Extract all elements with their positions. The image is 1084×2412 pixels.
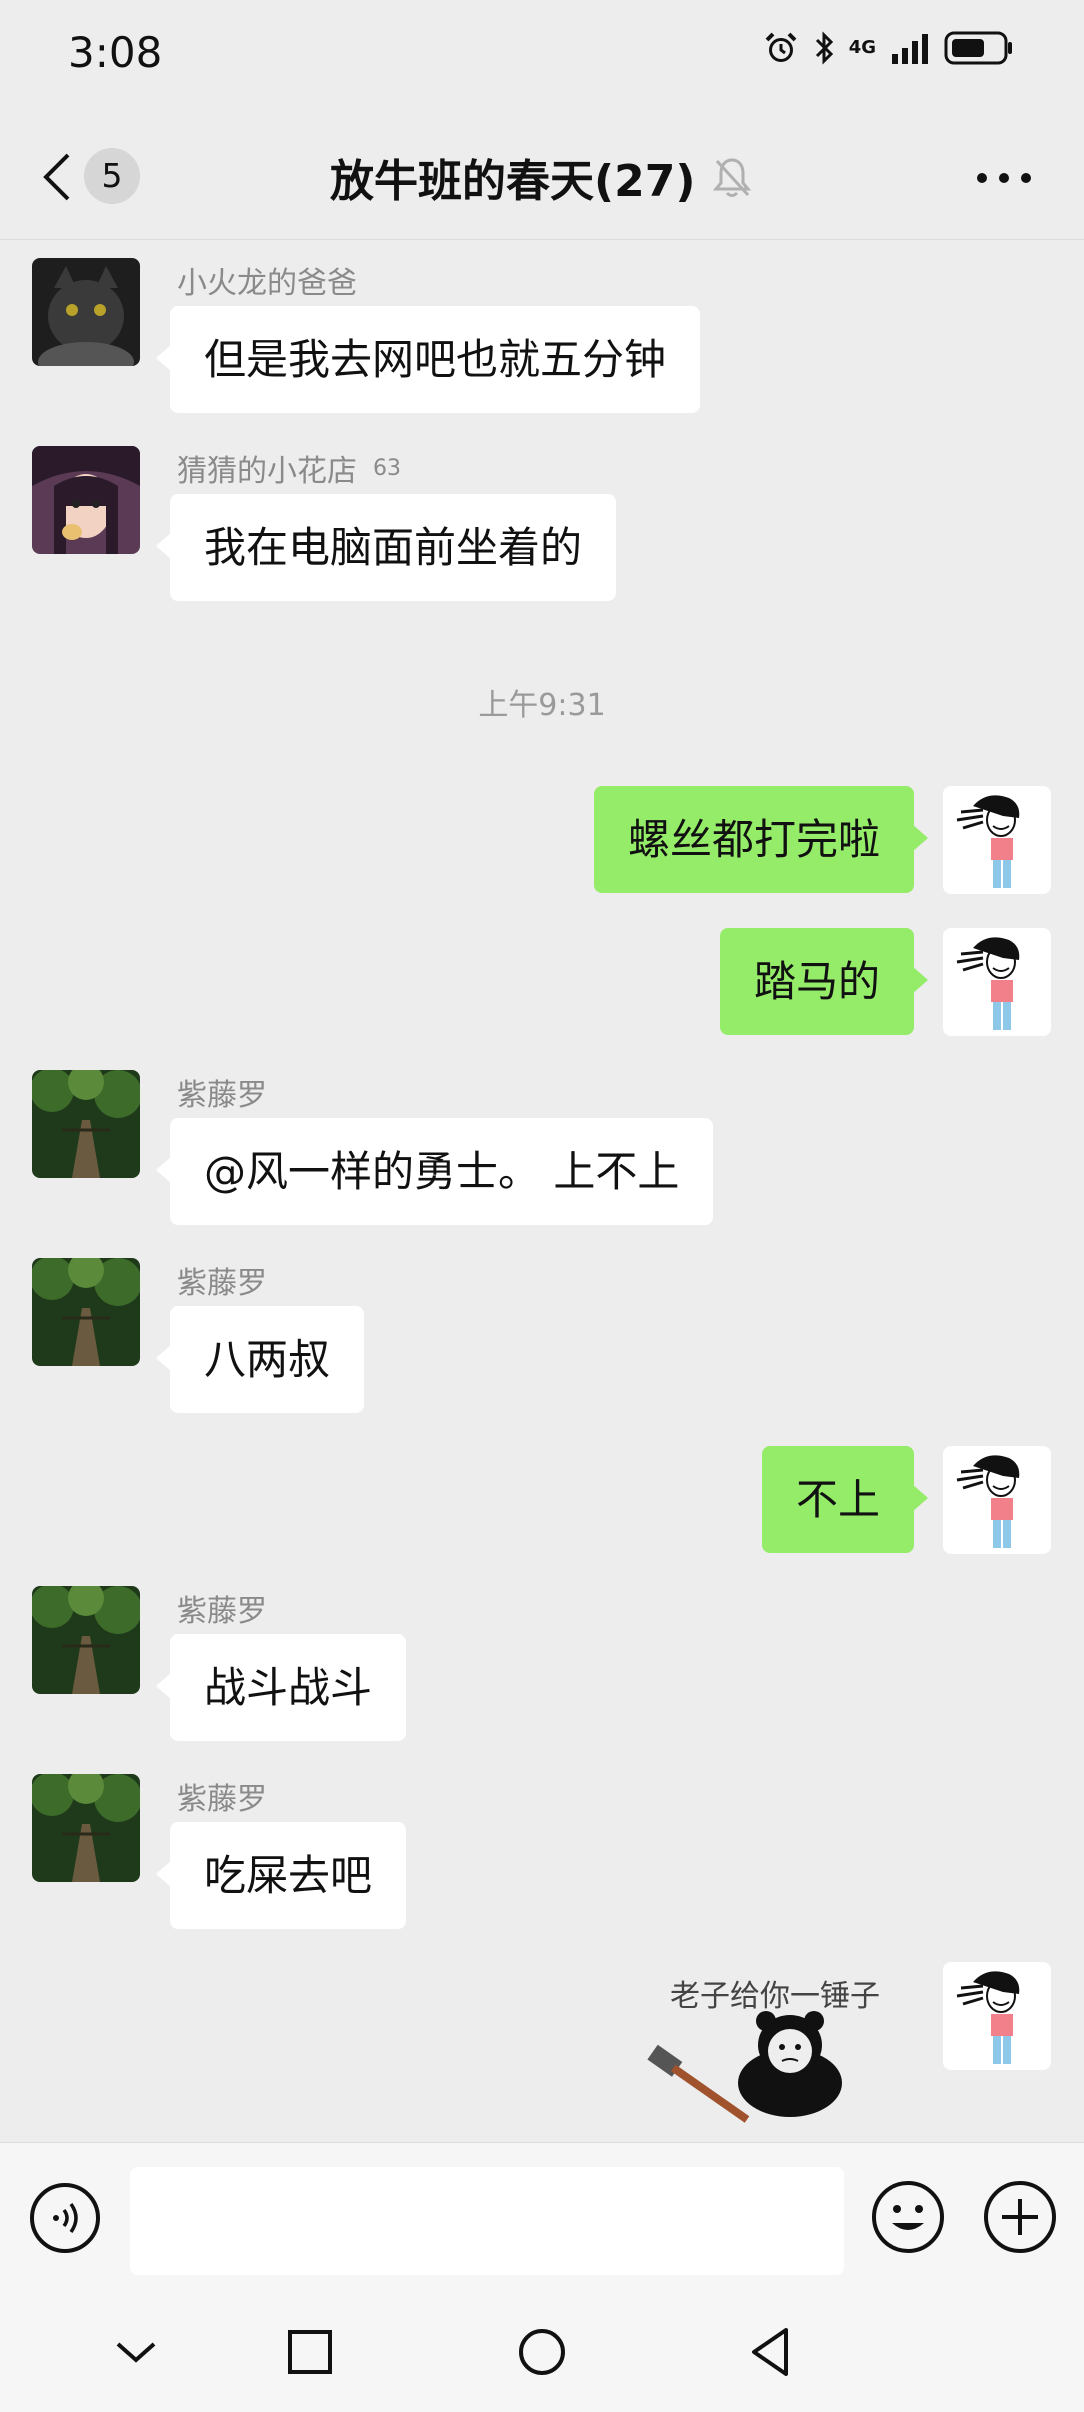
unread-badge[interactable]: 5 <box>84 148 140 204</box>
message-bubble-out[interactable]: 不上 <box>761 1446 929 1553</box>
avatar-self[interactable] <box>943 1446 1051 1554</box>
bell-off-icon <box>712 155 752 203</box>
chevron-down-icon <box>116 2342 156 2363</box>
ellipsis-icon <box>977 173 1031 183</box>
avatar-forest[interactable] <box>32 1070 140 1178</box>
message-bubble[interactable]: 吃屎去吧 <box>155 1822 407 1929</box>
timestamp: 上午9:31 <box>478 688 606 723</box>
sender-name: 紫藤罗 <box>177 1594 267 1629</box>
sender-name: 小火龙的爸爸 <box>177 266 357 301</box>
battery-icon <box>944 30 1014 66</box>
status-icons: 4G <box>763 30 1014 66</box>
sticker-caption: 老子给你一锤子 <box>670 1979 880 2014</box>
avatar-forest[interactable] <box>32 1774 140 1882</box>
avatar-self[interactable] <box>943 928 1051 1036</box>
sender-name: 紫藤罗 <box>177 1782 267 1817</box>
chat-header: 5 放牛班的春天(27) <box>0 115 1084 240</box>
avatar-anime[interactable] <box>32 446 140 554</box>
avatar-self[interactable] <box>943 786 1051 894</box>
circle-icon <box>519 2329 565 2375</box>
message-bubble[interactable]: @风一样的勇士。 上不上 <box>155 1118 714 1225</box>
badge-icon: 63 <box>373 456 401 481</box>
message-bubble[interactable]: 但是我去网吧也就五分钟 <box>155 306 701 413</box>
plus-icon <box>984 2181 1056 2253</box>
emoji-button[interactable] <box>870 2179 946 2259</box>
sender-name: 紫藤罗 <box>177 1266 267 1301</box>
avatar-self[interactable] <box>943 1962 1051 2070</box>
navigation-bar <box>0 2292 1084 2412</box>
triangle-back-icon <box>752 2328 788 2376</box>
sender-name: 猜猜的小花店 <box>177 454 357 489</box>
nav-recents-button[interactable] <box>286 2322 334 2386</box>
message-bubble-out[interactable]: 螺丝都打完啦 <box>593 786 929 893</box>
square-icon <box>288 2330 332 2374</box>
network-label: 4G <box>848 37 876 58</box>
sticker-message[interactable]: 老子给你一锤子 <box>640 1965 920 2125</box>
nav-back-button[interactable] <box>746 2322 794 2386</box>
more-button[interactable] <box>974 163 1034 193</box>
nav-down-button[interactable] <box>112 2322 160 2386</box>
sender-name: 紫藤罗 <box>177 1078 267 1113</box>
voice-button[interactable] <box>28 2181 102 2259</box>
nav-home-button[interactable] <box>516 2322 568 2386</box>
input-bar <box>0 2142 1084 2292</box>
alarm-icon <box>763 30 799 66</box>
chat-title: 放牛班的春天(27) <box>330 156 696 207</box>
signal-icon <box>890 32 930 64</box>
voice-icon <box>30 2183 100 2253</box>
message-bubble[interactable]: 战斗战斗 <box>155 1634 407 1741</box>
message-input[interactable] <box>130 2167 844 2275</box>
message-bubble-out[interactable]: 踏马的 <box>719 928 929 1035</box>
back-button[interactable] <box>38 149 78 205</box>
avatar-forest[interactable] <box>32 1586 140 1694</box>
emoji-icon <box>872 2181 944 2253</box>
bluetooth-icon <box>813 30 835 66</box>
plus-button[interactable] <box>982 2179 1058 2259</box>
status-time: 3:08 <box>68 28 163 77</box>
chevron-left-icon <box>43 153 70 201</box>
message-bubble[interactable]: 八两叔 <box>155 1306 365 1413</box>
status-bar: 3:08 4G <box>0 0 1084 115</box>
avatar-cat[interactable] <box>32 258 140 366</box>
avatar-forest[interactable] <box>32 1258 140 1366</box>
message-bubble[interactable]: 我在电脑面前坐着的 <box>155 494 617 601</box>
